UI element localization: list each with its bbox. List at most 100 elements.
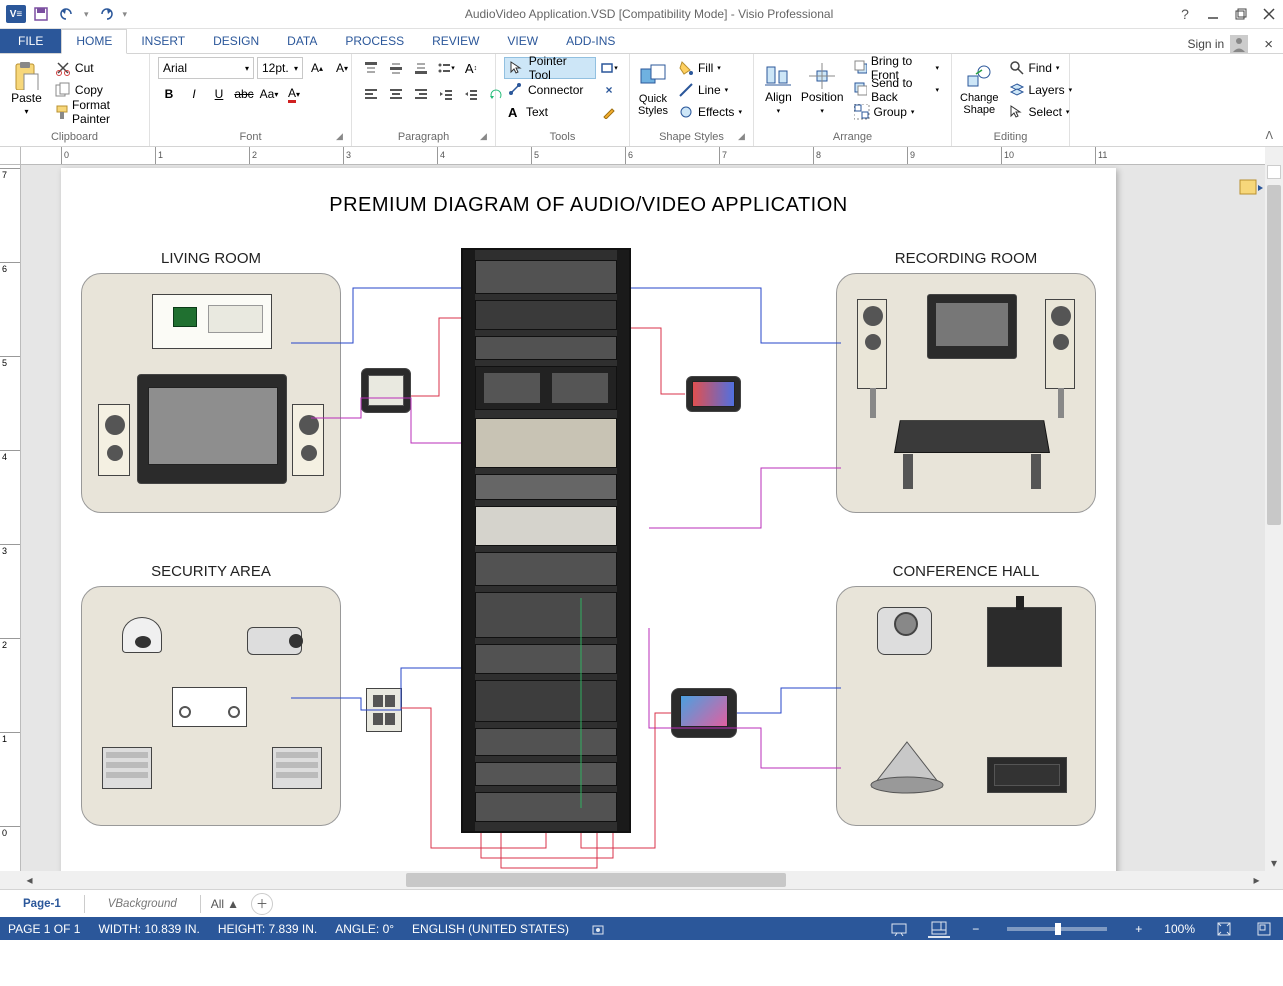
decrease-indent-button[interactable] [435, 83, 457, 105]
font-size-select[interactable]: 12pt.▾ [257, 57, 303, 79]
macro-record-icon[interactable] [587, 920, 609, 938]
vertical-ruler[interactable]: 76543210 [0, 165, 21, 871]
tab-view[interactable]: VIEW [493, 30, 552, 53]
status-language[interactable]: ENGLISH (UNITED STATES) [412, 922, 569, 936]
equip-speaker-right-lr[interactable] [292, 404, 324, 476]
equip-ptz-camera[interactable] [877, 607, 932, 655]
equip-speakerphone[interactable] [867, 737, 947, 797]
align-right-button[interactable] [410, 83, 432, 105]
tab-home[interactable]: HOME [61, 29, 127, 54]
horizontal-ruler[interactable]: 01234567891011 [21, 147, 1265, 165]
equip-wallplate-security[interactable] [366, 688, 402, 732]
decrease-font-icon[interactable]: A▾ [331, 57, 353, 79]
zoom-slider[interactable] [1007, 927, 1107, 931]
send-to-back-button[interactable]: Send to Back▾ [850, 79, 943, 101]
rack-unit-4[interactable] [475, 366, 617, 410]
tab-file[interactable]: FILE [0, 29, 61, 53]
add-page-button[interactable]: ＋ [251, 893, 273, 915]
connector-tool-button[interactable]: Connector [504, 79, 596, 101]
pointer-tool-button[interactable]: Pointer Tool [504, 57, 596, 79]
minimize-icon[interactable] [1199, 0, 1227, 28]
equip-document-camera[interactable] [987, 607, 1062, 667]
text-direction-button[interactable]: A↕ [460, 57, 482, 79]
font-color-button[interactable]: A▾ [283, 83, 305, 105]
zone-box-living[interactable] [81, 273, 341, 513]
align-button[interactable]: Align▾ [762, 57, 795, 123]
format-painter-button[interactable]: Format Painter [51, 101, 141, 123]
save-icon[interactable] [32, 5, 50, 23]
restore-icon[interactable] [1227, 0, 1255, 28]
zone-box-conference[interactable] [836, 586, 1096, 826]
presentation-mode-icon[interactable] [888, 920, 910, 938]
equip-dvd-player[interactable] [152, 294, 272, 349]
align-left-button[interactable] [360, 83, 382, 105]
zone-box-recording[interactable] [836, 273, 1096, 513]
underline-button[interactable]: U [208, 83, 230, 105]
tab-design[interactable]: DESIGN [199, 30, 273, 53]
redo-icon[interactable] [97, 5, 115, 23]
equip-nvr-left[interactable] [102, 747, 152, 789]
find-button[interactable]: Find▾ [1005, 57, 1077, 79]
scroll-right-icon[interactable]: ▸ [1248, 871, 1265, 889]
close-icon[interactable] [1255, 0, 1283, 28]
align-bottom-button[interactable] [410, 57, 432, 79]
bullets-button[interactable]: ▾ [435, 57, 457, 79]
fit-to-window-icon[interactable] [1213, 920, 1235, 938]
layers-button[interactable]: Layers▾ [1005, 79, 1077, 101]
equip-speaker-left-lr[interactable] [98, 404, 130, 476]
rack-unit-9[interactable] [475, 592, 617, 638]
rack-unit-13[interactable] [475, 762, 617, 786]
cut-button[interactable]: Cut [51, 57, 141, 79]
rack-unit-1[interactable] [475, 260, 617, 294]
equip-bullet-camera[interactable] [247, 627, 302, 655]
canvas-viewport[interactable]: PREMIUM DIAGRAM OF AUDIO/VIDEO APPLICATI… [21, 165, 1265, 871]
line-button[interactable]: Line▾ [674, 79, 746, 101]
rectangle-tool-button[interactable]: ▾ [598, 57, 620, 79]
zoom-level[interactable]: 100% [1164, 922, 1195, 936]
equip-touchpanel-conf[interactable] [671, 688, 737, 738]
change-shape-button[interactable]: Change Shape [960, 57, 999, 123]
change-case-button[interactable]: Aa▾ [258, 83, 280, 105]
rack-unit-8[interactable] [475, 552, 617, 586]
normal-view-icon[interactable] [928, 920, 950, 938]
undo-dropdown-icon[interactable]: ▾ [84, 9, 89, 20]
ink-tool-button[interactable] [598, 101, 620, 123]
vertical-scrollbar[interactable]: ▴ ▾ [1265, 165, 1283, 871]
rack-unit-14[interactable] [475, 792, 617, 822]
zoom-slider-knob[interactable] [1055, 923, 1061, 935]
equip-dvr[interactable] [172, 687, 247, 727]
tab-insert[interactable]: INSERT [127, 30, 199, 53]
equipment-rack[interactable] [461, 248, 631, 833]
tab-data[interactable]: DATA [273, 30, 331, 53]
rack-unit-10[interactable] [475, 644, 617, 674]
equip-keypad-recording[interactable] [686, 376, 741, 412]
rack-unit-3[interactable] [475, 336, 617, 360]
connection-point-button[interactable]: × [598, 79, 620, 101]
increase-indent-button[interactable] [460, 83, 482, 105]
rack-unit-12[interactable] [475, 728, 617, 756]
zone-box-security[interactable] [81, 586, 341, 826]
align-top-button[interactable] [360, 57, 382, 79]
equip-mixing-console[interactable] [897, 394, 1047, 489]
equip-nvr-right[interactable] [272, 747, 322, 789]
tab-addins[interactable]: ADD-INS [552, 30, 629, 53]
pan-zoom-window-icon[interactable] [1253, 920, 1275, 938]
equip-speaker-left-rec[interactable] [857, 299, 887, 389]
rack-unit-6[interactable] [475, 474, 617, 500]
select-button[interactable]: Select▾ [1005, 101, 1077, 123]
rack-unit-11[interactable] [475, 680, 617, 722]
drawing-page[interactable]: PREMIUM DIAGRAM OF AUDIO/VIDEO APPLICATI… [61, 168, 1116, 871]
effects-button[interactable]: Effects▾ [674, 101, 746, 123]
bold-button[interactable]: B [158, 83, 180, 105]
align-center-button[interactable] [385, 83, 407, 105]
paragraph-launcher-icon[interactable]: ◢ [480, 131, 492, 143]
increase-font-icon[interactable]: A▴ [306, 57, 328, 79]
signin-link[interactable]: Sign in [1188, 35, 1249, 53]
paste-button[interactable]: Paste▾ [8, 57, 45, 123]
scroll-top-icon[interactable] [1267, 165, 1281, 179]
page-tab-page1[interactable]: Page-1 [10, 893, 74, 915]
text-tool-button[interactable]: AText [504, 101, 596, 123]
equip-dome-camera[interactable] [122, 617, 162, 653]
hscroll-thumb[interactable] [406, 873, 786, 887]
undo-icon[interactable] [58, 5, 76, 23]
